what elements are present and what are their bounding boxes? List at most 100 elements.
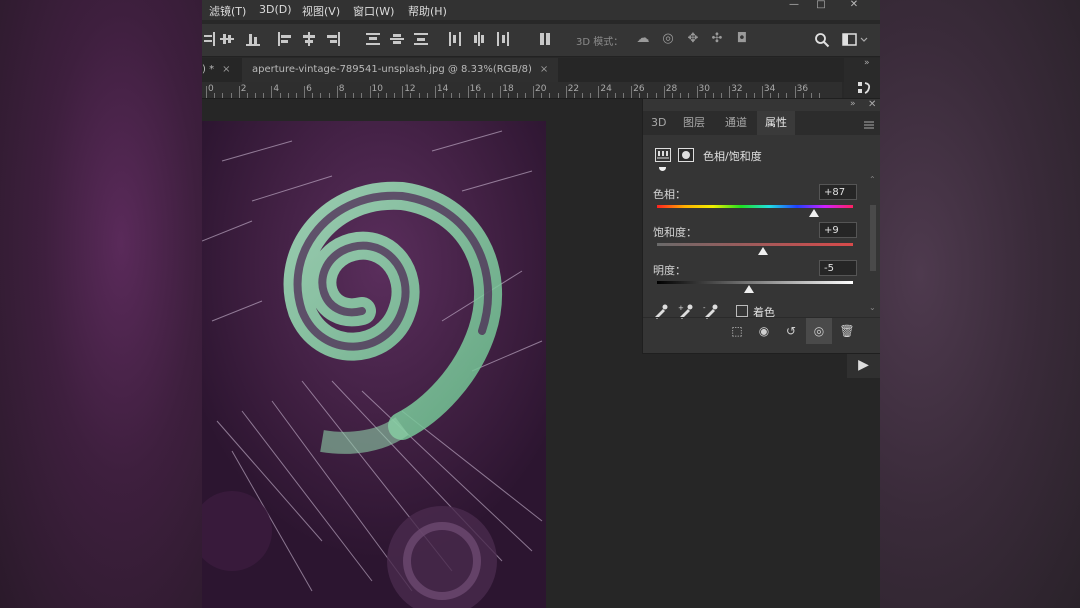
minimize-button[interactable]: — [780,0,808,12]
ruler-minor-tick [443,93,445,98]
adjustments-icon[interactable] [856,80,872,98]
lightness-slider-track[interactable] [657,281,853,284]
saturation-slider-thumb[interactable] [757,247,768,255]
menu-bar: 滤镜(T) 3D(D) 视图(V) 窗口(W) 帮助(H) — □ ✕ [202,0,880,20]
panel-scrollbar[interactable]: ⌃ ⌄ [868,175,878,315]
ruler-tick-mark [729,86,731,98]
ruler-minor-tick [344,93,346,98]
ruler-minor-tick [426,93,428,98]
ruler-minor-tick [541,93,543,98]
preset-indicator [659,167,666,171]
adjustment-layer-icon [655,147,671,162]
distribute-bottom-icon[interactable] [414,32,428,46]
document-image [202,121,546,608]
tab-3d[interactable]: 3D [651,111,666,135]
align-right-edges-icon[interactable] [202,32,216,46]
search-icon[interactable] [814,32,830,48]
ruler-tick-mark [336,86,338,98]
distribute-horizontal-center-icon[interactable] [472,32,486,46]
delete-adjustment-icon[interactable]: 🗑 [837,321,857,341]
reset-adjustments-icon[interactable]: ↺ [781,321,801,341]
distribute-left-icon[interactable] [448,32,462,46]
tab-channels[interactable]: 通道 [725,111,747,135]
ruler-tick-label: 8 [338,84,345,94]
play-button[interactable]: ▶ [847,352,880,378]
close-window-button[interactable]: ✕ [840,0,868,12]
3d-camera-icon[interactable]: ◘ [733,30,751,48]
collapse-dock-icon[interactable]: » [864,58,870,68]
workspace-icon[interactable] [842,32,868,48]
align-right-icon[interactable] [326,32,340,46]
menu-help[interactable]: 帮助(H) [408,3,447,19]
hue-value-input[interactable]: +87 [819,184,857,200]
panel-close-icon[interactable]: ✕ [868,99,876,110]
ruler-minor-tick [320,93,322,98]
ruler-minor-tick [312,93,314,98]
hue-slider-thumb[interactable] [808,209,819,217]
tab-properties[interactable]: 属性 [757,111,795,135]
document-tab-close-icon[interactable]: × [540,64,548,75]
saturation-slider-track[interactable] [657,243,853,246]
ruler-minor-tick [410,93,412,98]
video-backdrop-right [880,0,1080,608]
layer-mask-icon[interactable] [678,147,694,162]
3d-mode-label: 3D 模式： [576,37,624,48]
menu-3d[interactable]: 3D(D) [259,3,292,16]
ruler-tick-mark [434,86,436,98]
toggle-visibility-icon[interactable]: ◎ [806,318,832,344]
colorize-checkbox[interactable] [736,305,748,317]
view-previous-state-icon[interactable]: ◉ [754,321,774,341]
3d-pan-icon[interactable]: ✥ [684,30,702,48]
ruler-tick-label: 6 [306,84,312,94]
previous-tab-close-icon[interactable]: × [222,64,230,75]
hue-label: 色相： [653,188,686,201]
ruler-minor-tick [222,93,224,98]
ruler-minor-tick [287,93,289,98]
ruler-minor-tick [557,93,559,98]
ruler-minor-tick [459,93,461,98]
ruler-tick-mark [533,86,534,98]
3d-roll-icon[interactable]: ◎ [659,30,677,48]
svg-text:+: + [678,304,684,312]
previous-document-tab[interactable]: ) * × [202,58,238,82]
ruler-tick-mark [500,86,502,98]
distribute-right-icon[interactable] [496,32,510,46]
auto-align-layers-icon[interactable] [538,32,552,46]
menu-filter[interactable]: 滤镜(T) [209,3,246,19]
lightness-slider-thumb[interactable] [744,285,755,293]
menu-view[interactable]: 视图(V) [302,3,340,19]
ruler-minor-tick [508,93,510,98]
3d-slide-icon[interactable]: ✣ [708,30,726,48]
lightness-value-input[interactable]: -5 [819,260,857,276]
align-top-icon[interactable] [220,32,234,46]
panel-menu-icon[interactable] [863,116,875,129]
ruler-tick-mark [206,86,207,98]
align-bottom-icon[interactable] [246,32,260,46]
ruler-minor-tick [263,93,265,98]
ruler-minor-tick [361,93,363,98]
tab-layers[interactable]: 图层 [683,111,705,135]
document-tab-bar: ) * × aperture-vintage-789541-unsplash.jp… [202,58,880,82]
ruler-minor-tick [639,93,641,98]
panel-tabs: 3D 图层 通道 属性 [643,111,880,135]
hue-slider-track[interactable] [657,205,853,208]
adjustment-title: 色相/饱和度 [703,150,762,163]
maximize-button[interactable]: □ [807,0,835,12]
ruler-minor-tick [255,93,257,98]
clip-to-layer-icon[interactable]: ⬚ [727,321,747,341]
3d-orbit-icon[interactable]: ☁ [634,30,652,48]
previous-tab-label: ) * [202,64,215,75]
ruler-tick-mark [663,86,665,98]
saturation-value-input[interactable]: +9 [819,222,857,238]
options-bar: 3D 模式： ☁ ◎ ✥ ✣ ◘ [202,24,880,57]
document-tab-active[interactable]: aperture-vintage-789541-unsplash.jpg @ 8… [242,58,559,82]
menu-window[interactable]: 窗口(W) [353,3,394,19]
align-left-icon[interactable] [278,32,292,46]
ruler-minor-tick [492,93,494,98]
distribute-top-icon[interactable] [366,32,380,46]
distribute-vertical-center-icon[interactable] [390,32,404,46]
align-horizontal-center-icon[interactable] [302,32,316,46]
ruler-minor-tick [394,93,396,98]
panel-collapse-icon[interactable]: » [850,99,856,109]
ruler-minor-tick [418,93,420,98]
